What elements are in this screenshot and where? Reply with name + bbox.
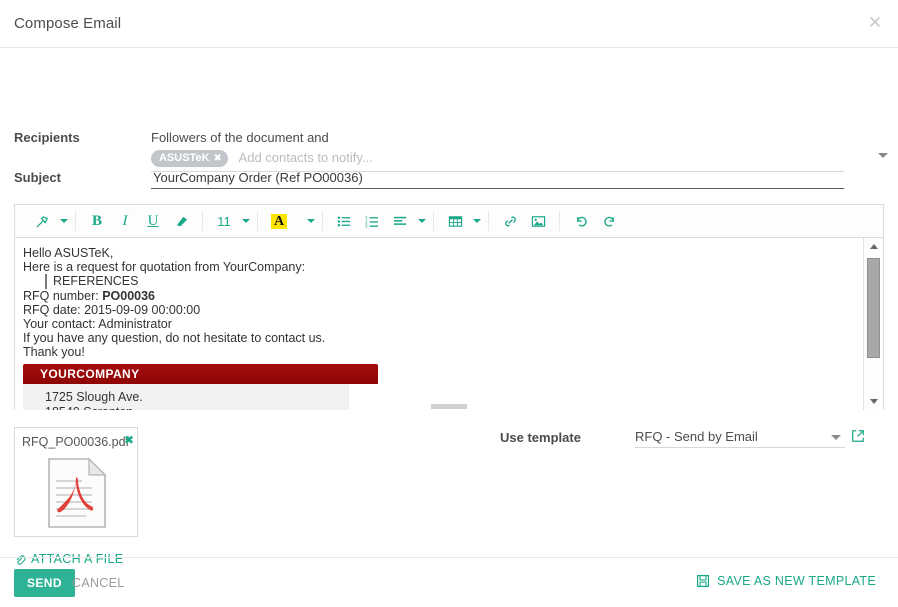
use-template-label: Use template [500,430,581,445]
editor-resize-handle[interactable] [431,404,467,409]
underline-icon[interactable]: U [139,209,167,233]
subject-label: Subject [14,170,61,185]
template-selected-value: RFQ - Send by Email [635,429,758,444]
remove-attachment-icon[interactable]: ✖ [124,433,134,447]
table-icon[interactable] [441,209,469,233]
image-icon[interactable] [524,209,552,233]
save-as-new-template-label: SAVE AS NEW TEMPLATE [717,574,876,588]
font-color-letter: A [271,214,287,229]
svg-text:3: 3 [365,223,368,228]
italic-icon[interactable]: I [111,209,139,233]
remove-tag-icon[interactable]: ✖ [214,153,222,164]
unordered-list-icon[interactable] [330,209,358,233]
toolbar-group-table [434,209,488,233]
attachments-area: RFQ_PO00036.pdf ✖ [14,427,138,566]
font-size-selector[interactable]: 11 [210,209,238,233]
email-editor: B I U 11 A [14,204,884,410]
recipients-input-line[interactable]: ASUSTeK ✖ Add contacts to notify... [151,149,844,172]
signature-address-line1: 1725 Slough Ave. [45,390,349,405]
style-dropdown-caret[interactable] [60,219,68,223]
toolbar-group-lists: 123 [323,209,433,233]
subject-input[interactable] [151,170,844,189]
page-title: Compose Email [14,15,121,32]
attachment-filename: RFQ_PO00036.pdf [22,435,129,449]
email-signature: YOURCOMPANY 1725 Slough Ave. 18540 Scran… [23,364,349,410]
redo-icon[interactable] [595,209,623,233]
dialog-header: Compose Email ✕ [0,0,898,48]
font-size-caret[interactable] [242,219,250,223]
font-color-icon[interactable]: A [265,209,293,233]
toolbar-group-fontsize: 11 [203,209,257,233]
signature-company: YOURCOMPANY [23,364,378,384]
send-button[interactable]: SEND [14,569,75,597]
align-caret[interactable] [418,219,426,223]
rfq-number-value: PO00036 [102,289,155,303]
chevron-down-icon[interactable] [878,153,888,158]
dialog-footer: SEND CANCEL SAVE AS NEW TEMPLATE [0,557,898,607]
body-line-intro: Here is a request for quotation from You… [23,260,862,274]
clear-format-eraser-icon[interactable] [167,209,195,233]
bold-icon[interactable]: B [83,209,111,233]
recipients-placeholder: Add contacts to notify... [239,150,373,165]
recipients-control: Followers of the document and ASUSTeK ✖ A… [151,130,844,172]
toolbar-group-insert [489,209,559,233]
body-line-rfq-number: RFQ number: PO00036 [23,289,862,303]
ordered-list-icon[interactable]: 123 [358,209,386,233]
align-icon[interactable] [386,209,414,233]
floppy-save-icon [696,574,710,588]
references-label: REFERENCES [45,274,138,288]
link-icon[interactable] [496,209,524,233]
recipient-tag-label: ASUSTeK [159,152,210,164]
body-line-greeting: Hello ASUSTeK, [23,246,862,260]
template-select[interactable]: RFQ - Send by Email [635,429,845,448]
editor-scrollbar[interactable] [863,238,883,410]
attachment-card[interactable]: RFQ_PO00036.pdf ✖ [14,427,138,537]
chevron-down-icon[interactable] [831,435,841,440]
undo-icon[interactable] [567,209,595,233]
save-as-new-template-button[interactable]: SAVE AS NEW TEMPLATE [696,574,876,588]
toolbar-group-color: A [258,209,322,233]
external-link-icon[interactable] [851,429,865,446]
toolbar-group-format: B I U [76,209,202,233]
body-references-heading: REFERENCES [23,274,862,288]
body-line-contact: Your contact: Administrator [23,317,862,331]
font-color-caret[interactable] [307,219,315,223]
rfq-number-label: RFQ number: [23,289,102,303]
scrollbar-thumb[interactable] [867,258,880,358]
body-line-thanks: Thank you! [23,345,862,359]
cancel-button[interactable]: CANCEL [72,576,125,590]
pdf-file-icon [46,457,108,532]
body-line-rfq-date: RFQ date: 2015-09-09 00:00:00 [23,303,862,317]
table-caret[interactable] [473,219,481,223]
scroll-up-arrow-icon[interactable] [864,238,883,255]
toolbar-group-style [21,209,75,233]
signature-address-line2: 18540 Scranton [45,405,349,410]
recipients-label: Recipients [14,130,80,145]
template-select-wrap: RFQ - Send by Email [635,429,845,448]
subject-control [151,170,844,189]
recipients-followers-text: Followers of the document and [151,130,844,146]
editor-content-area[interactable]: Hello ASUSTeK, Here is a request for quo… [15,238,883,410]
editor-toolbar: B I U 11 A [15,205,883,238]
style-wand-icon[interactable] [28,209,56,233]
toolbar-group-history [560,209,630,233]
email-body-text[interactable]: Hello ASUSTeK, Here is a request for quo… [15,238,862,410]
dialog-body: Recipients Followers of the document and… [0,48,898,557]
signature-address: 1725 Slough Ave. 18540 Scranton [23,384,349,410]
recipient-tag-asustek[interactable]: ASUSTeK ✖ [151,150,228,167]
body-line-question: If you have any question, do not hesitat… [23,331,862,345]
scroll-down-arrow-icon[interactable] [864,393,883,410]
close-icon[interactable]: ✕ [864,12,886,34]
